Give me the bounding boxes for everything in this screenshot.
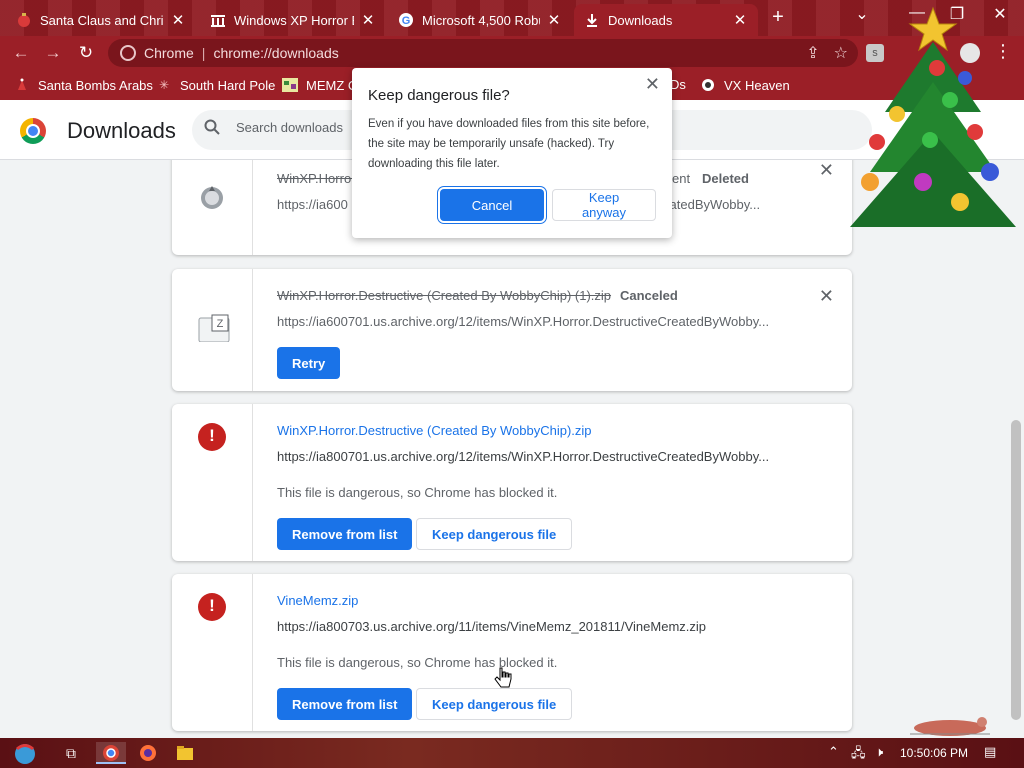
scrollbar-thumb[interactable] [1011,420,1021,720]
file-url[interactable]: https://ia800703.us.archive.org/11/items… [277,619,777,634]
share-icon[interactable]: ⇪ [806,43,819,63]
dialog-body: Even if you have downloaded files from t… [368,118,650,170]
danger-icon: ! [198,593,226,621]
separator: | [201,45,206,61]
close-icon[interactable]: ✕ [360,11,376,29]
site-label: Chrome [144,45,194,61]
page-title: Downloads [67,118,176,143]
tab-label: Windows XP Horror Ed [234,12,354,28]
bookmark-label: Ds [670,77,686,92]
archive-icon [210,12,226,28]
tab-downloads[interactable]: Downloads ✕ [574,4,758,36]
danger-warning: This file is dangerous, so Chrome has bl… [277,655,558,670]
remove-icon[interactable]: ✕ [819,160,834,181]
close-icon[interactable]: ✕ [546,11,562,29]
divider [252,160,253,255]
file-url[interactable]: https://ia800701.us.archive.org/12/items… [277,449,777,464]
dialog-title: Keep dangerous file? [368,87,510,104]
search-icon [204,119,220,140]
url-text: chrome://downloads [213,45,339,61]
remove-icon[interactable]: ✕ [819,286,834,307]
bookmark-label: Santa Bombs Arabs [38,77,153,93]
svg-text:G: G [402,15,411,27]
start-button[interactable] [8,742,42,764]
file-name-tail: ent [672,171,691,186]
remove-from-list-button[interactable]: Remove from list [277,688,413,720]
download-item: Z WinXP.Horror.Destructive (Created By W… [172,269,852,391]
clock[interactable]: 10:50:06 PM [900,746,968,760]
file-name[interactable]: WinXP.Horror.Destructive (Created By Wob… [277,423,592,438]
download-item: ! WinXP.Horror.Destructive (Created By W… [172,404,852,561]
network-icon[interactable]: 🖧 [851,744,866,766]
download-icon [584,12,600,28]
svg-text:Z: Z [217,318,224,330]
notification-icon[interactable]: ▤ [984,744,996,760]
keep-anyway-button[interactable]: Keep anyway [552,189,656,221]
shortcut-file-icon [198,182,226,210]
bookmark-label: South Hard Pole [180,77,276,93]
zip-file-icon: Z [198,314,230,343]
snowflake-icon: ✳ [158,78,170,92]
file-url-tail: reatedByWobby... [658,197,761,212]
new-tab-button[interactable]: + [768,6,788,29]
bookmark-memz[interactable]: MEMZ C [282,77,357,93]
download-item: ! VineMemz.zip https://ia800703.us.archi… [172,574,852,731]
file-name: WinXP.Horror.Destructive (Created By Wob… [277,288,612,303]
status-badge: Canceled [620,288,678,303]
divider [252,404,253,561]
divider [252,574,253,731]
bookmark-vx-heaven[interactable]: VX Heaven [700,77,790,93]
tab-santa-claus[interactable]: Santa Claus and Christ ✕ [6,4,196,36]
bookmark-label: VX Heaven [724,77,790,93]
forward-button[interactable]: → [40,40,66,66]
divider [252,269,253,391]
cancel-button[interactable]: Cancel [440,189,544,221]
tab-windows-xp-horror[interactable]: Windows XP Horror Ed ✕ [200,4,386,36]
bauble-icon [16,12,32,28]
address-bar[interactable]: Chrome | chrome://downloads ⇪ ☆ [108,39,858,67]
reload-button[interactable]: ↻ [73,40,99,66]
christmas-tree-image [845,2,1020,237]
site-info-icon[interactable] [120,45,136,61]
close-icon[interactable]: ✕ [732,11,748,29]
chrome-taskbar-icon[interactable] [96,742,126,764]
bookmark-south-hard-pole[interactable]: ✳ South Hard Pole [156,77,275,93]
memz-icon [282,77,298,93]
remove-from-list-button[interactable]: Remove from list [277,518,413,550]
google-icon: G [398,12,414,28]
danger-icon: ! [198,423,226,451]
danger-warning: This file is dangerous, so Chrome has bl… [277,485,558,500]
taskbar: ⧉ ⌃ 🖧 🕨 10:50:06 PM ▤ [0,738,1024,768]
back-button[interactable]: ← [8,40,34,66]
volume-icon[interactable]: 🕨 [875,744,883,760]
task-view-icon[interactable]: ⧉ [56,742,86,764]
chevron-up-icon[interactable]: ⌃ [828,744,839,760]
file-name[interactable]: VineMemz.zip [277,593,358,608]
bookmark-ds[interactable]: Ds [670,77,686,92]
close-icon[interactable]: ✕ [645,74,660,95]
status-badge: Deleted [702,171,749,186]
downloads-list: WinXP.Horror ent Deleted https://ia600 r… [0,160,1024,738]
omnibox-actions: ⇪ ☆ [806,43,848,63]
kneeling-figure-image [900,708,990,738]
chrome-logo-icon [20,118,46,144]
file-explorer-icon[interactable] [170,742,200,764]
retry-button[interactable]: Retry [277,347,341,379]
hand-cursor-icon [494,667,512,696]
tab-label: Santa Claus and Christ [40,12,164,28]
tab-label: Downloads [608,12,673,28]
bookmark-label: MEMZ C [306,77,358,93]
keep-dangerous-file-dialog: Keep dangerous file? ✕ Even if you have … [352,68,672,238]
tab-label: Microsoft 4,500 Robux [422,12,540,28]
keep-dangerous-file-button[interactable]: Keep dangerous file [416,518,573,550]
bookmark-santa-bombs-arabs[interactable]: Santa Bombs Arabs [14,77,153,93]
tab-microsoft-robux[interactable]: G Microsoft 4,500 Robux ✕ [388,4,572,36]
vx-heaven-icon [700,77,716,93]
firefox-taskbar-icon[interactable] [133,742,163,764]
file-name: WinXP.Horror [277,171,356,186]
close-icon[interactable]: ✕ [170,11,186,29]
file-url[interactable]: https://ia600701.us.archive.org/12/items… [277,314,777,329]
santa-icon [14,77,30,93]
